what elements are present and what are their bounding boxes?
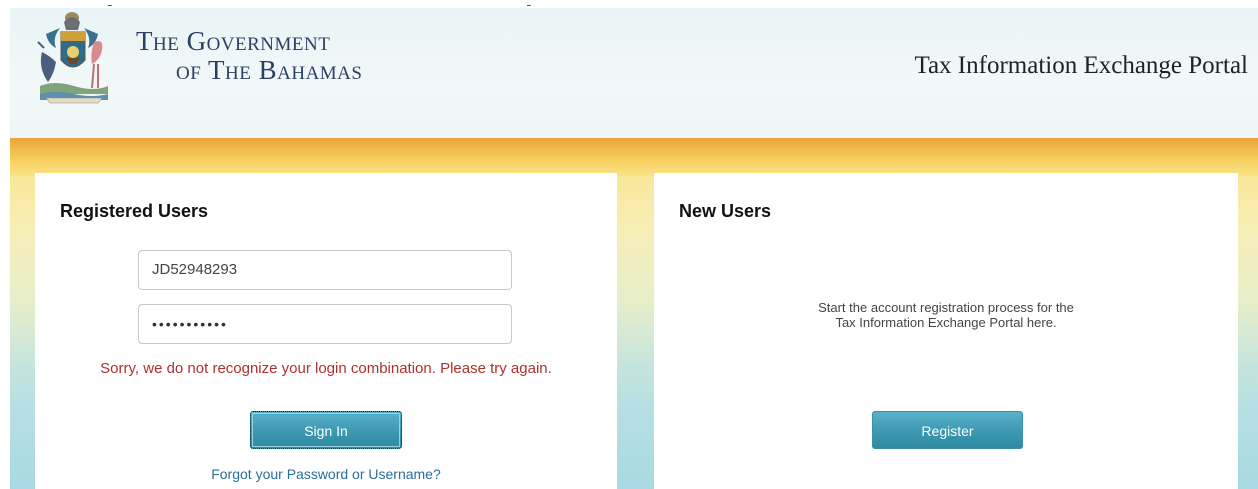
sign-in-button[interactable]: Sign In (250, 411, 402, 449)
page: The Government of The Bahamas Tax Inform… (0, 0, 1258, 489)
password-field[interactable]: ••••••••••• (138, 304, 512, 344)
government-title: The Government of The Bahamas (136, 28, 362, 84)
registration-description-line2: Tax Information Exchange Portal here. (835, 315, 1057, 330)
coat-of-arms-icon (34, 8, 114, 104)
registered-users-heading: Registered Users (60, 201, 209, 221)
new-users-heading: New Users (679, 201, 772, 221)
portal-title: Tax Information Exchange Portal (914, 52, 1248, 79)
login-error-message: Sorry, we do not recognize your login co… (100, 360, 552, 377)
forgot-credentials-link[interactable]: Forgot your Password or Username? (35, 466, 617, 482)
username-field[interactable]: JD52948293 (138, 250, 512, 290)
registration-description: Start the account registration process f… (654, 300, 1238, 330)
register-button[interactable]: Register (872, 411, 1023, 449)
government-title-line1: The Government (136, 26, 331, 56)
new-users-panel: New Users Start the account registration… (654, 173, 1238, 489)
registered-users-panel: Registered Users JD52948293 ••••••••••• … (35, 173, 617, 489)
registration-description-line1: Start the account registration process f… (818, 300, 1074, 315)
top-links (0, 0, 1258, 8)
header: The Government of The Bahamas Tax Inform… (10, 8, 1258, 138)
government-title-line2: of The Bahamas (176, 55, 363, 85)
gold-band (10, 138, 1258, 176)
